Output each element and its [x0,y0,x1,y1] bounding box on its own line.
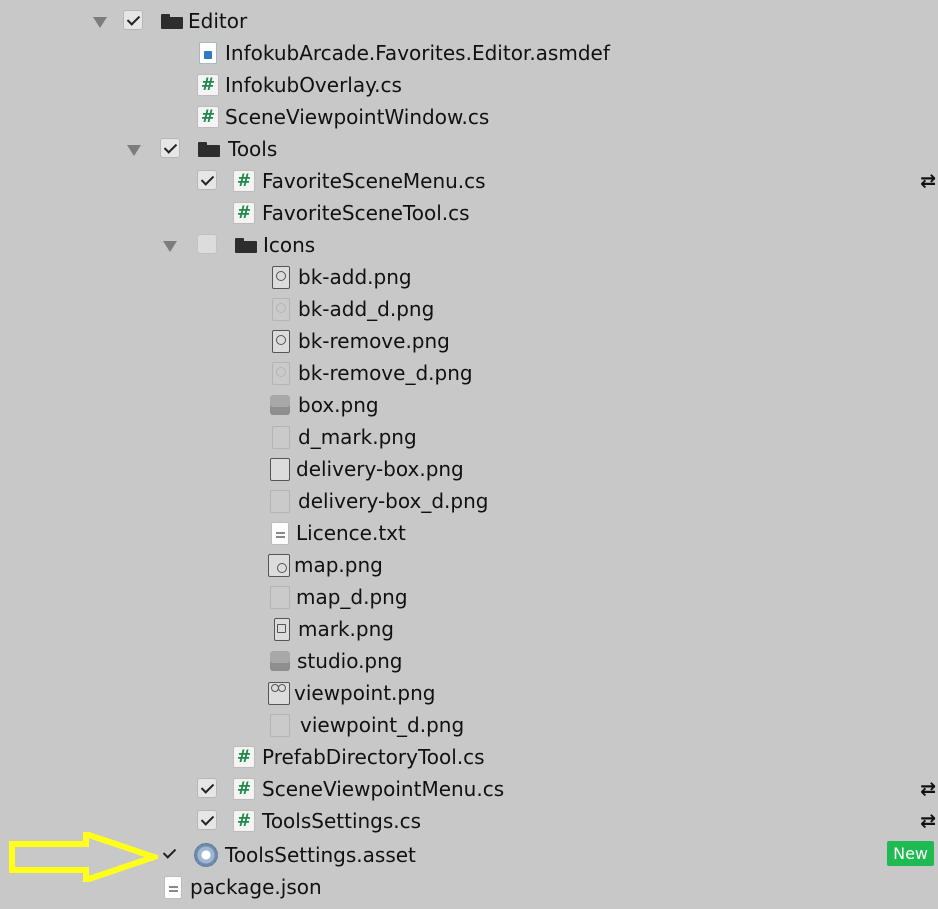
csharp-script-icon: # [233,746,255,768]
tree-row-icon-file[interactable]: box.png [0,389,938,421]
tree-row-icon-file[interactable]: bk-add_d.png [0,293,938,325]
item-label: box.png [298,393,379,417]
include-checkbox[interactable] [123,10,143,30]
box-icon [270,395,290,415]
collapse-arrow-icon[interactable] [127,145,141,156]
tree-row-icon-file[interactable]: map.png [0,549,938,581]
tree-row-icon-file[interactable]: delivery-box_d.png [0,485,938,517]
image-file-icon [272,330,290,353]
tree-row-tools[interactable]: Tools [0,133,938,165]
folder-icon [198,142,220,157]
tree-row-scene-viewpoint-menu[interactable]: # SceneViewpointMenu.cs ⇄ [0,773,938,805]
item-label: Tools [228,137,278,161]
item-label: FavoriteSceneTool.cs [262,201,470,225]
tree-row-icons[interactable]: Icons [0,229,938,261]
tree-row-icon-file[interactable]: bk-remove_d.png [0,357,938,389]
include-checkbox[interactable] [197,810,217,830]
tree-row-prefab-directory-tool[interactable]: # PrefabDirectoryTool.cs [0,741,938,773]
item-label: studio.png [297,649,403,673]
collapse-arrow-icon[interactable] [93,17,107,28]
item-label: ToolsSettings.cs [262,809,422,833]
tree-row-viewpoint-window[interactable]: # SceneViewpointWindow.cs [0,101,938,133]
new-badge: New [887,841,934,866]
folder-icon [161,14,183,29]
text-file-icon [271,522,289,545]
tree-row-icon-file[interactable]: bk-remove.png [0,325,938,357]
tree-row-icon-file[interactable]: delivery-box.png [0,453,938,485]
tree-row-infokub-overlay[interactable]: # InfokubOverlay.cs [0,69,938,101]
item-label: InfokubArcade.Favorites.Editor.asmdef [225,41,610,65]
item-label: bk-add.png [298,265,412,289]
include-checkbox[interactable] [197,234,217,254]
item-label: delivery-box.png [296,457,464,481]
sync-icon: ⇄ [920,778,936,800]
tree-row-asmdef[interactable]: InfokubArcade.Favorites.Editor.asmdef [0,37,938,69]
item-label: bk-add_d.png [298,297,435,321]
image-file-icon [274,618,290,641]
include-checkbox[interactable] [160,138,180,158]
item-label: FavoriteSceneMenu.cs [262,169,486,193]
sync-icon: ⇄ [920,170,936,192]
item-label: SceneViewpointMenu.cs [262,777,505,801]
image-file-icon [270,458,290,481]
camera-image-icon [268,682,290,705]
item-label: package.json [190,875,322,899]
annotation-arrow-icon [9,832,158,882]
tree-row-favorite-scene-tool[interactable]: # FavoriteSceneTool.cs [0,197,938,229]
csharp-script-icon: # [197,74,219,96]
csharp-script-icon: # [233,778,255,800]
image-file-icon [272,362,290,385]
box-icon [270,651,290,671]
include-checkbox[interactable] [197,170,217,190]
tree-row-icon-file[interactable]: Licence.txt [0,517,938,549]
sync-icon: ⇄ [920,810,936,832]
image-file-icon [268,554,290,577]
item-label: bk-remove.png [298,329,450,353]
collapse-arrow-icon[interactable] [163,241,177,252]
tree-row-icon-file[interactable]: mark.png [0,613,938,645]
tree-row-icon-file[interactable]: map_d.png [0,581,938,613]
text-file-icon [164,876,182,899]
tree-row-icon-file[interactable]: d_mark.png [0,421,938,453]
item-label: InfokubOverlay.cs [225,73,402,97]
csharp-script-icon: # [233,202,255,224]
item-label: bk-remove_d.png [298,361,473,385]
image-file-icon [272,298,290,321]
csharp-script-icon: # [233,810,255,832]
item-label: mark.png [298,617,394,641]
item-label: map_d.png [296,585,408,609]
image-file-icon [272,426,290,449]
folder-icon [235,238,257,253]
item-label: viewpoint.png [294,681,436,705]
item-label: map.png [294,553,383,577]
settings-asset-gear-icon [194,843,218,867]
image-file-icon [272,266,290,289]
item-label: Icons [263,233,316,257]
item-label: Editor [188,9,248,33]
image-file-icon [270,490,290,513]
item-label: PrefabDirectoryTool.cs [262,745,485,769]
item-label: ToolsSettings.asset [225,843,416,867]
item-label: Licence.txt [296,521,406,545]
csharp-script-icon: # [197,106,219,128]
tree-row-icon-file[interactable]: studio.png [0,645,938,677]
item-label: viewpoint_d.png [300,713,465,737]
item-label: delivery-box_d.png [298,489,489,513]
include-checkbox[interactable] [197,778,217,798]
include-checkbox[interactable] [160,844,180,864]
tree-row-favorite-scene-menu[interactable]: # FavoriteSceneMenu.cs ⇄ [0,165,938,197]
asmdef-file-icon [199,42,217,64]
image-file-icon [270,586,290,609]
csharp-script-icon: # [233,170,255,192]
item-label: d_mark.png [298,425,417,449]
tree-row-icon-file[interactable]: viewpoint.png [0,677,938,709]
item-label: SceneViewpointWindow.cs [225,105,490,129]
tree-row-editor[interactable]: Editor [0,5,938,37]
image-file-icon [270,714,290,737]
tree-row-icon-file[interactable]: bk-add.png [0,261,938,293]
tree-row-icon-file[interactable]: viewpoint_d.png [0,709,938,741]
